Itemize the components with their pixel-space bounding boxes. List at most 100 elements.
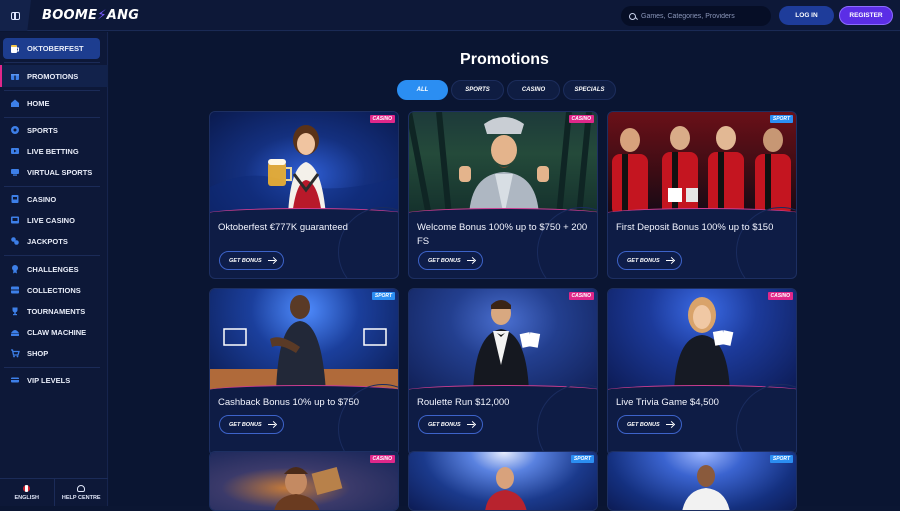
sidebar-item-tournaments[interactable]: TOURNAMENTS	[0, 301, 108, 321]
promo-card-cashback[interactable]: SPORT Cashback Bonus 10% up to $750 GET …	[209, 288, 399, 456]
challenges-icon	[10, 264, 20, 274]
soccer-ball-icon	[10, 125, 20, 135]
collections-icon	[10, 285, 20, 295]
filter-sports[interactable]: SPORTS	[451, 80, 504, 100]
get-bonus-button[interactable]: GET BONUS	[219, 415, 284, 434]
sidebar-item-vip-levels[interactable]: VIP LEVELS	[0, 370, 108, 390]
trophy-icon	[10, 306, 20, 316]
sidebar-item-shop[interactable]: SHOP	[0, 343, 108, 363]
button-label: GET BONUS	[428, 257, 461, 264]
search-input[interactable]	[641, 12, 761, 20]
promo-title: Roulette Run $12,000	[417, 397, 510, 408]
promo-image-first-deposit	[608, 112, 796, 216]
filter-casino[interactable]: CASINO	[507, 80, 560, 100]
promo-card-partial-3[interactable]: SPORT	[607, 451, 797, 511]
get-bonus-button[interactable]: GET BONUS	[418, 251, 483, 270]
arrow-right-icon	[467, 424, 474, 426]
sidebar-item-challenges[interactable]: CHALLENGES	[0, 259, 108, 279]
sidebar-item-label: COLLECTIONS	[27, 285, 81, 295]
sidebar-item-live-betting[interactable]: LIVE BETTING	[0, 141, 108, 161]
promo-image-cashback	[210, 289, 398, 393]
promo-card-welcome-bonus[interactable]: CASINO Welcome Bonus 100% up to $750 + 2…	[408, 111, 598, 279]
headset-icon	[77, 484, 86, 492]
promo-card-roulette-run[interactable]: CASINO Roulette Run $12,000 GET BONUS	[408, 288, 598, 456]
sidebar-item-label: CLAW MACHINE	[27, 327, 87, 337]
search-icon	[629, 12, 636, 20]
button-label: GET BONUS	[627, 421, 660, 428]
button-label: GET BONUS	[428, 421, 461, 428]
get-bonus-button[interactable]: GET BONUS	[617, 251, 682, 270]
button-label: GET BONUS	[229, 421, 262, 428]
login-button[interactable]: LOG IN	[779, 6, 834, 25]
promo-card-first-deposit[interactable]: SPORT First Deposit Bonus 100% up to $15…	[607, 111, 797, 279]
help-centre-button[interactable]: HELP CENTRE	[55, 479, 109, 506]
get-bonus-button[interactable]: GET BONUS	[219, 251, 284, 270]
arrow-right-icon	[467, 260, 474, 262]
promo-card-partial-1[interactable]: CASINO	[209, 451, 399, 511]
language-selector[interactable]: ENGLISH	[0, 479, 55, 506]
divider	[4, 367, 100, 368]
sidebar-item-label: PROMOTIONS	[27, 71, 79, 81]
card-decoration	[736, 207, 796, 278]
divider	[4, 90, 100, 91]
button-label: GET BONUS	[229, 257, 262, 264]
get-bonus-button[interactable]: GET BONUS	[418, 415, 483, 434]
filter-all[interactable]: ALL	[397, 80, 448, 100]
sidebar-item-label: HOME	[27, 98, 50, 108]
promo-image-live-trivia	[608, 289, 796, 393]
sidebar-toggle-icon	[11, 11, 20, 20]
sidebar-item-label: JACKPOTS	[27, 236, 68, 246]
home-icon	[10, 98, 20, 108]
sidebar: OKTOBERFEST PROMOTIONS HOME SPORTS LIVE …	[0, 32, 108, 506]
sidebar-item-promotions[interactable]: PROMOTIONS	[0, 65, 108, 87]
sidebar-item-label: VIP LEVELS	[27, 375, 71, 385]
gift-icon	[10, 71, 20, 81]
sidebar-item-sports[interactable]: SPORTS	[0, 120, 108, 140]
sidebar-item-label: TOURNAMENTS	[27, 306, 86, 316]
sidebar-item-label: SHOP	[27, 348, 49, 358]
slot-icon	[10, 194, 20, 204]
category-tag: SPORT	[769, 455, 793, 463]
category-tag: CASINO	[767, 292, 793, 300]
promo-card-live-trivia[interactable]: CASINO Live Trivia Game $4,500 GET BONUS	[607, 288, 797, 456]
promotion-filters: ALL SPORTS CASINO SPECIALS	[397, 80, 616, 100]
jackpot-icon	[10, 236, 20, 246]
sidebar-item-claw-machine[interactable]: CLAW MACHINE	[0, 322, 108, 342]
page-title: Promotions	[460, 51, 549, 68]
card-decoration	[338, 207, 398, 278]
promo-card-partial-2[interactable]: SPORT	[408, 451, 598, 511]
promo-image-oktoberfest	[210, 112, 398, 216]
sidebar-item-home[interactable]: HOME	[0, 93, 108, 113]
top-bar: BOOME⚡ANG LOG IN REGISTER	[0, 0, 900, 31]
register-button[interactable]: REGISTER	[839, 6, 893, 25]
promo-image-roulette-run	[409, 289, 597, 393]
promo-card-oktoberfest[interactable]: CASINO Oktoberfest €777K guaranteed GET …	[209, 111, 399, 279]
category-tag: SPORT	[570, 455, 594, 463]
sidebar-item-collections[interactable]: COLLECTIONS	[0, 280, 108, 300]
sidebar-item-live-casino[interactable]: LIVE CASINO	[0, 210, 108, 230]
sidebar-item-oktoberfest[interactable]: OKTOBERFEST	[3, 38, 100, 59]
arrow-right-icon	[268, 260, 275, 262]
menu-toggle-button[interactable]	[0, 0, 31, 31]
category-tag: SPORT	[371, 292, 395, 300]
virtual-sports-icon	[10, 167, 20, 177]
category-tag: CASINO	[568, 292, 594, 300]
sidebar-item-virtual-sports[interactable]: VIRTUAL SPORTS	[0, 162, 108, 182]
canada-flag-icon	[23, 484, 31, 492]
divider	[4, 255, 100, 256]
sidebar-item-jackpots[interactable]: JACKPOTS	[0, 231, 108, 251]
sidebar-footer: ENGLISH HELP CENTRE	[0, 478, 108, 506]
sidebar-item-label: LIVE CASINO	[27, 215, 75, 225]
search-box[interactable]	[621, 6, 771, 26]
divider	[4, 186, 100, 187]
get-bonus-button[interactable]: GET BONUS	[617, 415, 682, 434]
sidebar-item-casino[interactable]: CASINO	[0, 189, 108, 209]
arrow-right-icon	[666, 260, 673, 262]
brand-logo[interactable]: BOOME⚡ANG	[42, 8, 139, 23]
button-label: GET BONUS	[627, 257, 660, 264]
category-tag: CASINO	[568, 115, 594, 123]
main-content: Promotions ALL SPORTS CASINO SPECIALS CA…	[109, 32, 900, 511]
filter-specials[interactable]: SPECIALS	[563, 80, 616, 100]
promo-title: First Deposit Bonus 100% up to $150	[616, 222, 774, 233]
promo-title: Live Trivia Game $4,500	[616, 397, 719, 408]
